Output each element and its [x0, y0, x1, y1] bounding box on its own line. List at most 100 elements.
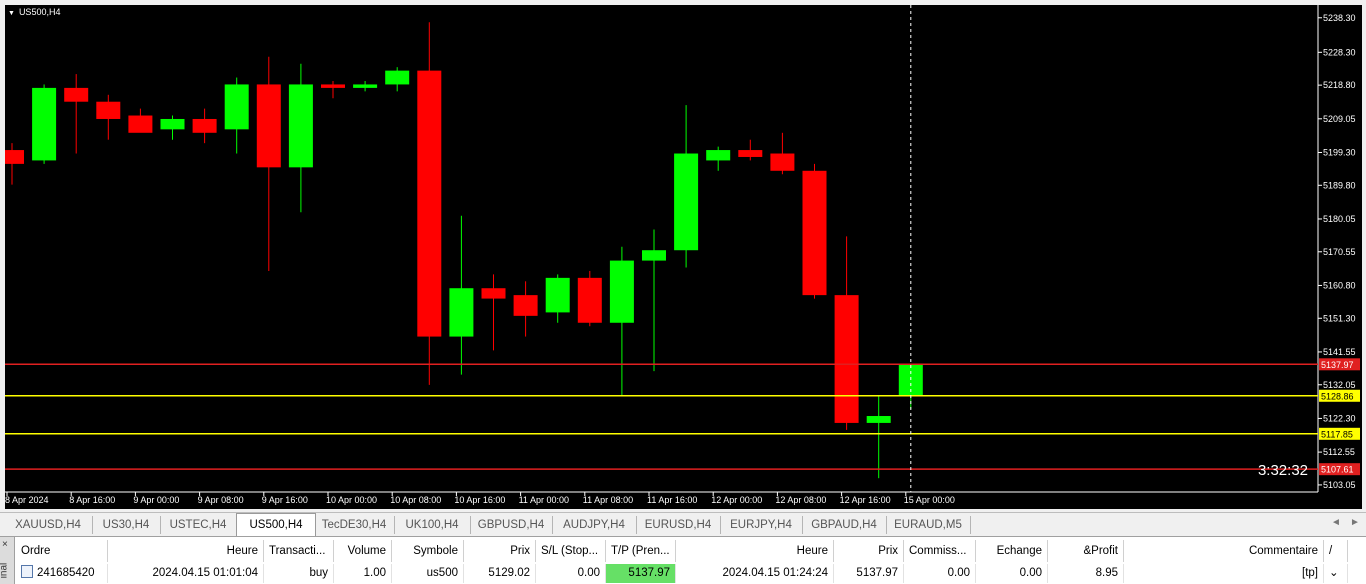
candle-body[interactable] [449, 288, 474, 337]
candle-body[interactable] [385, 70, 410, 85]
cell-profit[interactable]: 8.95 [1048, 564, 1124, 583]
candle-body[interactable] [224, 84, 249, 130]
cell-close-price[interactable]: 5137.97 [834, 564, 904, 583]
candlestick-chart[interactable]: 5238.30 5228.30 5218.80 5209.05 5199.30 5189.… [0, 0, 1366, 512]
candle-body[interactable] [802, 170, 827, 296]
cell-close-time[interactable]: 2024.04.15 01:24:24 [676, 564, 834, 583]
col-header-swap[interactable]: Echange [976, 540, 1048, 562]
cell-sl[interactable]: 0.00 [536, 564, 606, 583]
x-tick-label: 9 Apr 08:00 [198, 495, 244, 505]
candle-body[interactable] [32, 87, 57, 161]
col-header-close-price[interactable]: Prix [834, 540, 904, 562]
x-tick-label: 11 Apr 08:00 [583, 495, 633, 505]
y-tick-label: 5180.05 [1323, 214, 1356, 224]
col-header-volume[interactable]: Volume [334, 540, 392, 562]
col-header-commission[interactable]: Commiss... [904, 540, 976, 562]
candle-body[interactable] [64, 87, 89, 102]
tab-xauusd-h4[interactable]: XAUUSD,H4 [4, 516, 93, 534]
col-header-type[interactable]: Transacti... [264, 540, 334, 562]
cell-commission[interactable]: 0.00 [904, 564, 976, 583]
order-document-icon [21, 565, 33, 579]
tab-audjpy-h4[interactable]: AUDJPY,H4 [552, 516, 637, 534]
tabs-scroll-right-icon[interactable]: ► [1350, 517, 1360, 528]
cell-type[interactable]: buy [264, 564, 334, 583]
close-icon[interactable]: × [2, 539, 8, 550]
col-header-extra[interactable]: / [1324, 540, 1348, 562]
candle-body[interactable] [160, 118, 185, 130]
col-header-close-time[interactable]: Heure [676, 540, 834, 562]
tab-eurjpy-h4[interactable]: EURJPY,H4 [720, 516, 803, 534]
candle-body[interactable] [513, 295, 538, 316]
x-tick-label: 10 Apr 16:00 [454, 495, 505, 505]
y-tick-label: 5238.30 [1323, 13, 1356, 23]
x-tick-label: 10 Apr 00:00 [326, 495, 377, 505]
candle-body[interactable] [288, 84, 313, 168]
candle-body[interactable] [866, 416, 891, 423]
col-header-sl[interactable]: S/L (Stop... [536, 540, 606, 562]
tab-us500-h4[interactable]: US500,H4 [236, 513, 316, 536]
cell-volume[interactable]: 1.00 [334, 564, 392, 583]
order-number: 241685420 [37, 567, 95, 579]
tab-euraud-m5[interactable]: EURAUD,M5 [886, 516, 971, 534]
candle-body[interactable] [256, 84, 281, 168]
candle-body[interactable] [706, 150, 731, 161]
col-header-tp[interactable]: T/P (Pren... [606, 540, 676, 562]
candle-body[interactable] [417, 70, 442, 337]
price-level-label: 5128.86 [1321, 391, 1354, 401]
chart-symbol-label: ▼ US500,H4 [8, 7, 60, 17]
candle-body[interactable] [481, 288, 506, 299]
tab-ustec-h4[interactable]: USTEC,H4 [160, 516, 237, 534]
y-tick-label: 5218.80 [1323, 80, 1356, 90]
candle-body[interactable] [321, 84, 345, 88]
candle-body[interactable] [353, 84, 378, 88]
candle-body[interactable] [834, 295, 859, 423]
col-header-comment[interactable]: Commentaire [1124, 540, 1324, 562]
tab-gbpusd-h4[interactable]: GBPUSD,H4 [470, 516, 553, 534]
col-header-open-time[interactable]: Heure [108, 540, 264, 562]
cell-swap[interactable]: 0.00 [976, 564, 1048, 583]
cell-symbol[interactable]: us500 [392, 564, 464, 583]
col-header-open-price[interactable]: Prix [464, 540, 536, 562]
chart-tabs-bar: XAUUSD,H4 US30,H4 USTEC,H4 US500,H4 TecDE30,… [0, 512, 1366, 537]
cell-extra[interactable]: ⌄ [1324, 564, 1348, 583]
tab-tecde30-h4[interactable]: TecDE30,H4 [314, 516, 395, 534]
candle-body[interactable] [128, 115, 153, 133]
y-tick-label: 5132.05 [1323, 380, 1356, 390]
candle-body[interactable] [738, 150, 763, 157]
cell-open-time[interactable]: 2024.04.15 01:01:04 [108, 564, 264, 583]
y-tick-label: 5103.05 [1323, 480, 1356, 490]
tabs-scroll-left-icon[interactable]: ◄ [1331, 517, 1341, 528]
candle-body[interactable] [577, 277, 602, 323]
dropdown-triangle-icon[interactable]: ▼ [8, 10, 15, 17]
candle-body[interactable] [609, 260, 634, 323]
col-header-profit[interactable]: &Profit [1048, 540, 1124, 562]
x-tick-label: 12 Apr 00:00 [711, 495, 762, 505]
x-tick-label: 9 Apr 00:00 [133, 495, 179, 505]
tab-gbpaud-h4[interactable]: GBPAUD,H4 [802, 516, 887, 534]
cell-order[interactable]: 241685420 [16, 564, 108, 583]
y-tick-label: 5112.55 [1323, 447, 1355, 457]
y-tick-label: 5209.05 [1323, 114, 1356, 124]
candle-body[interactable] [5, 150, 24, 164]
col-header-symbol[interactable]: Symbole [392, 540, 464, 562]
plot-background[interactable] [5, 5, 1318, 492]
tab-us30-h4[interactable]: US30,H4 [92, 516, 161, 534]
terminal-sidebar: × inal [0, 537, 15, 584]
candle-body[interactable] [545, 277, 570, 313]
cell-open-price[interactable]: 5129.02 [464, 564, 536, 583]
col-header-order[interactable]: Ordre [16, 540, 108, 562]
candle-body[interactable] [770, 153, 795, 171]
tab-eurusd-h4[interactable]: EURUSD,H4 [636, 516, 721, 534]
candle-body[interactable] [192, 118, 217, 133]
x-tick-label: 11 Apr 16:00 [647, 495, 697, 505]
cell-comment[interactable]: [tp] [1124, 564, 1324, 583]
candle-body[interactable] [642, 250, 666, 261]
x-tick-label: 12 Apr 08:00 [775, 495, 826, 505]
price-chart[interactable]: 5238.30 5228.30 5218.80 5209.05 5199.30 5189.… [0, 0, 1366, 512]
tab-uk100-h4[interactable]: UK100,H4 [394, 516, 471, 534]
candle-body[interactable] [96, 101, 121, 119]
x-tick-label: 12 Apr 16:00 [840, 495, 891, 505]
candle-body[interactable] [674, 153, 699, 251]
cell-tp[interactable]: 5137.97 [606, 564, 676, 583]
x-tick-label: 10 Apr 08:00 [390, 495, 441, 505]
